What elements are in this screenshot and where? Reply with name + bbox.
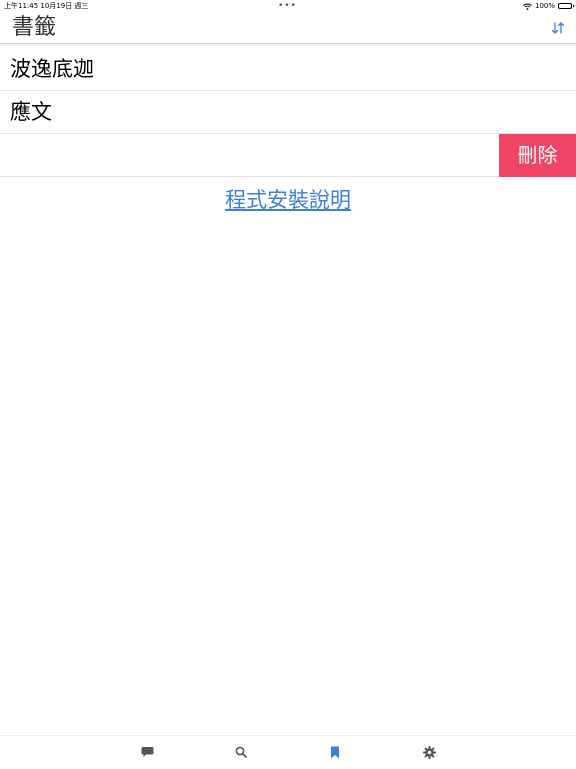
sort-button[interactable] xyxy=(548,18,568,38)
nav-bar: 書籤 xyxy=(0,12,576,44)
status-time-date: 上午11:45 10月19日 週三 xyxy=(4,2,89,10)
tab-chat[interactable] xyxy=(139,744,155,760)
bookmark-row[interactable]: 應文 xyxy=(0,91,576,134)
bookmark-list: 波逸底迦 應文 刪除 xyxy=(0,48,576,177)
tab-settings[interactable] xyxy=(421,744,437,760)
page-title: 書籤 xyxy=(12,15,57,40)
search-icon xyxy=(235,746,247,758)
bookmark-row[interactable]: 波逸底迦 xyxy=(0,48,576,91)
tab-bar xyxy=(0,735,576,769)
multitasking-dots[interactable]: ••• xyxy=(278,0,297,12)
battery-icon xyxy=(558,3,574,9)
gear-icon xyxy=(422,745,436,759)
bookmark-row-swiped[interactable]: 刪除 xyxy=(0,134,576,177)
bookmark-label: 波逸底迦 xyxy=(10,57,94,81)
status-indicators: 100% xyxy=(523,0,574,12)
battery-percent: 100% xyxy=(534,2,555,10)
wifi-icon xyxy=(523,3,532,10)
tab-bookmarks[interactable] xyxy=(327,744,343,760)
chat-icon xyxy=(141,747,153,757)
status-bar: 上午11:45 10月19日 週三 ••• 100% xyxy=(0,0,576,12)
install-instructions-link[interactable]: 程式安裝說明 xyxy=(0,186,576,214)
bookmark-label: 應文 xyxy=(10,100,52,124)
tab-search[interactable] xyxy=(233,744,249,760)
sort-arrows-icon xyxy=(551,22,565,34)
bookmark-icon xyxy=(331,746,339,758)
delete-button[interactable]: 刪除 xyxy=(499,134,576,177)
